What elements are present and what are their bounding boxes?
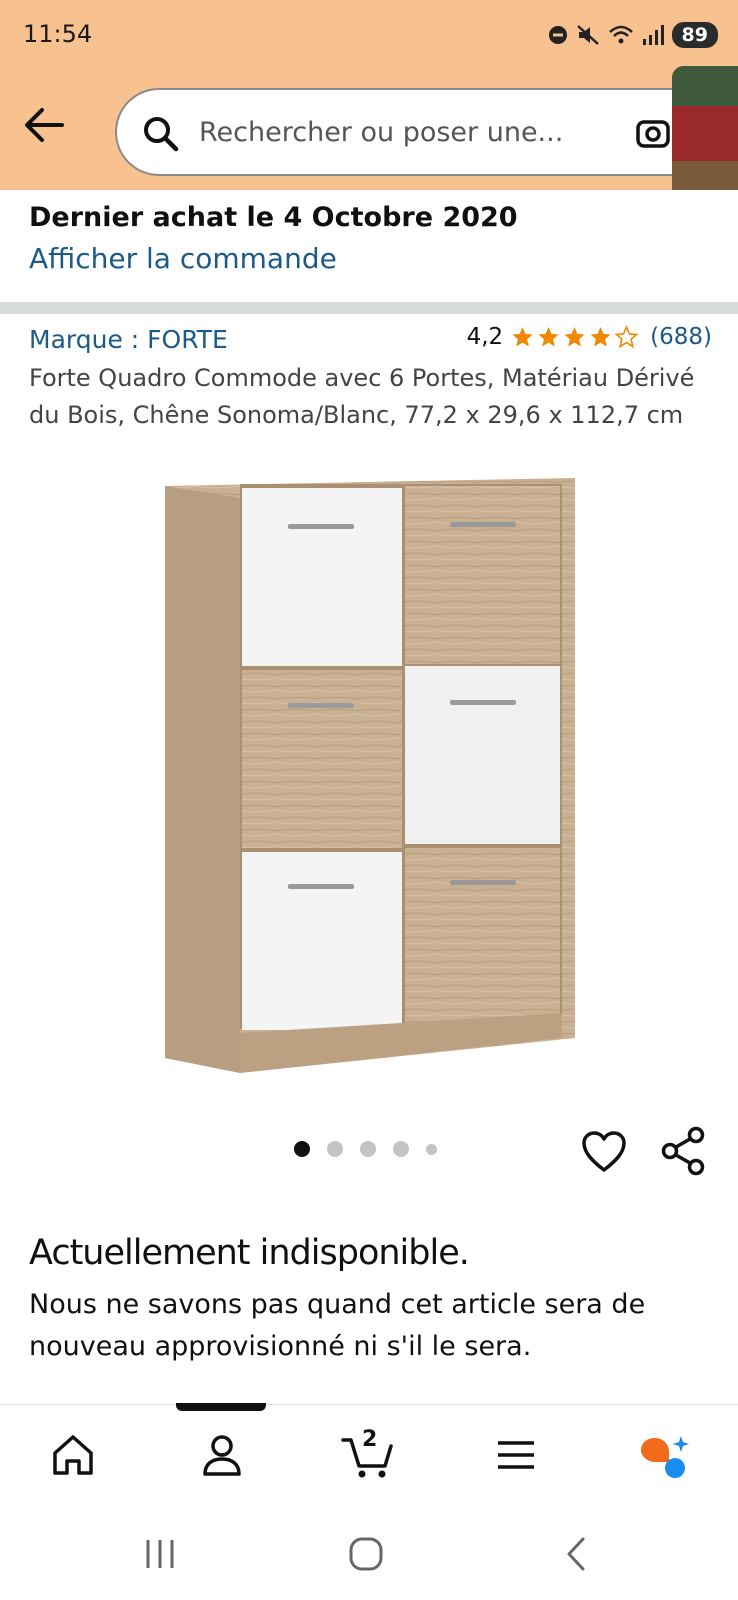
search-bar[interactable]: [115, 88, 738, 176]
status-time: 11:54: [23, 20, 93, 48]
star-full-icon: [512, 327, 533, 347]
bottom-nav: 2: [0, 1403, 738, 1504]
nav-home[interactable]: [45, 1427, 101, 1483]
battery-icon: 89: [671, 22, 718, 48]
star-empty-icon: [614, 325, 639, 349]
image-carousel-dots[interactable]: [294, 1141, 437, 1157]
rating-stars: [510, 325, 639, 349]
last-purchase-banner: Dernier achat le 4 Octobre 2020 Afficher…: [0, 190, 738, 302]
search-input[interactable]: [199, 90, 619, 174]
wifi-icon: [608, 25, 633, 44]
view-order-link[interactable]: Afficher la commande: [29, 242, 337, 275]
share-icon: [661, 1126, 705, 1176]
rufus-icon: [641, 1436, 689, 1478]
section-divider: [0, 302, 738, 314]
carousel-dot[interactable]: [426, 1143, 437, 1155]
availability-title: Actuellement indisponible.: [29, 1233, 470, 1273]
system-nav-bar: [0, 1504, 738, 1600]
last-purchase-title: Dernier achat le 4 Octobre 2020: [29, 202, 518, 233]
home-system-icon: [349, 1537, 383, 1571]
rating-count: (688): [650, 324, 712, 350]
header: 11:54 89: [0, 0, 738, 298]
search-icon: [144, 117, 179, 152]
signal-icon: [642, 25, 664, 45]
rating-summary[interactable]: 4,2 (688): [467, 324, 712, 350]
nav-menu[interactable]: [488, 1427, 544, 1483]
availability-text: Nous ne savons pas quand cet article ser…: [29, 1289, 646, 1362]
wishlist-button[interactable]: [581, 1130, 627, 1174]
back-button[interactable]: [22, 105, 70, 153]
nav-cart[interactable]: 2: [340, 1427, 396, 1483]
brand-link[interactable]: Marque : FORTE: [29, 325, 228, 354]
account-icon: [203, 1435, 241, 1476]
back-system-icon: [567, 1537, 585, 1571]
carousel-dot[interactable]: [294, 1141, 310, 1157]
cart-count-badge: 2: [362, 1427, 378, 1452]
status-bar: 11:54 89: [0, 0, 738, 70]
do-not-disturb-icon: [548, 26, 567, 44]
recent-apps-button[interactable]: [140, 1534, 180, 1574]
mute-icon: [576, 25, 599, 45]
home-system-button[interactable]: [346, 1534, 386, 1574]
nav-rufus[interactable]: [636, 1427, 692, 1483]
share-button[interactable]: [660, 1126, 706, 1176]
nav-active-indicator: [176, 1403, 266, 1411]
nav-account[interactable]: [194, 1427, 250, 1483]
carousel-dot[interactable]: [393, 1141, 409, 1157]
star-full-icon: [538, 327, 559, 347]
back-system-button[interactable]: [556, 1534, 596, 1574]
carousel-dot[interactable]: [327, 1141, 343, 1157]
star-full-icon: [590, 327, 611, 347]
home-icon: [53, 1435, 93, 1475]
carousel-dot[interactable]: [360, 1141, 376, 1157]
star-full-icon: [564, 327, 585, 347]
rating-value: 4,2: [466, 324, 504, 350]
menu-icon: [498, 1441, 534, 1469]
heart-icon: [582, 1131, 626, 1172]
camera-icon[interactable]: [635, 116, 671, 152]
status-icons: 89: [548, 22, 718, 48]
product-title: Forte Quadro Commode avec 6 Portes, Maté…: [29, 364, 695, 429]
back-arrow-icon: [25, 108, 64, 142]
recent-apps-icon: [146, 1540, 174, 1568]
product-image[interactable]: [160, 478, 580, 1078]
